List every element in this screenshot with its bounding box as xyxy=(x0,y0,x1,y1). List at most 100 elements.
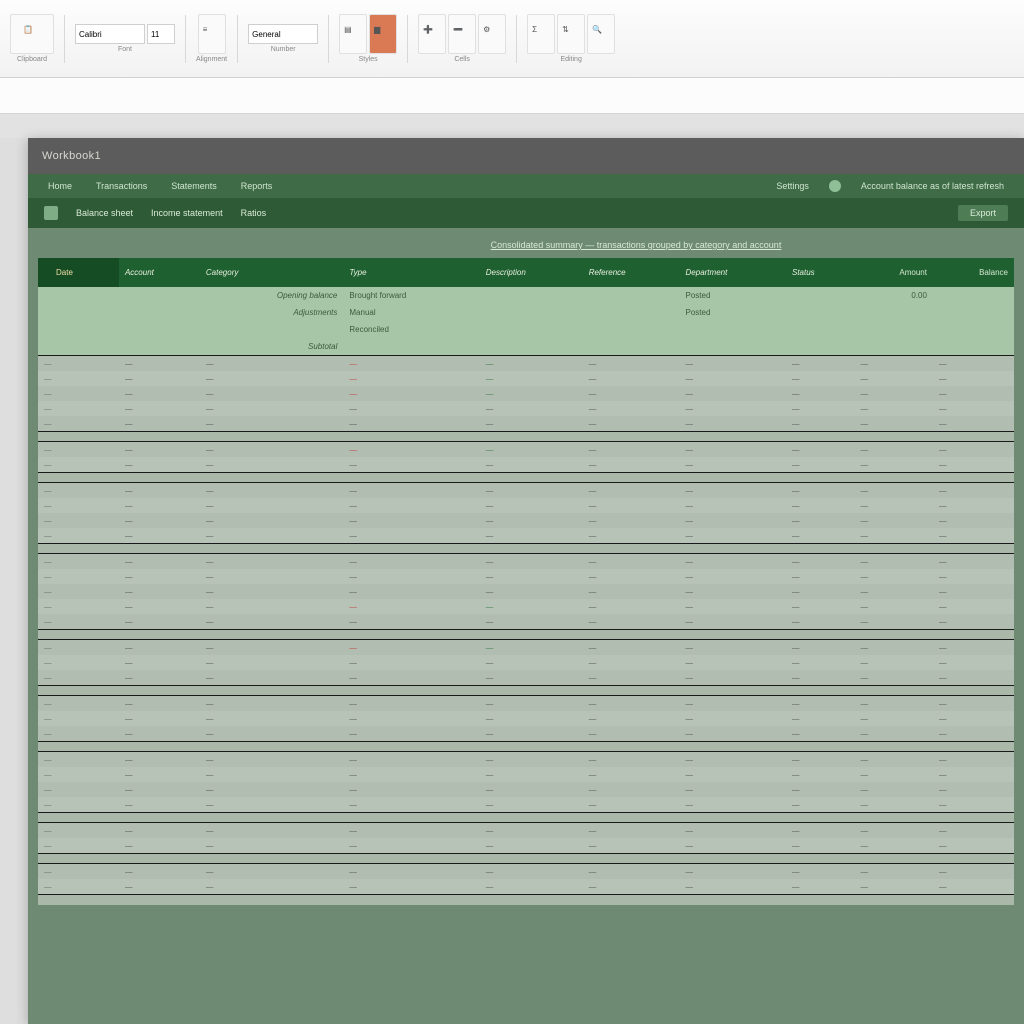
table-cell: — xyxy=(38,767,119,782)
summary-label: Adjustments xyxy=(200,304,343,321)
table-row[interactable]: —————————— xyxy=(38,528,1014,544)
table-cell: — xyxy=(343,356,479,372)
table-cell: — xyxy=(38,457,119,473)
table-cell: — xyxy=(480,767,583,782)
table-row[interactable]: —————————— xyxy=(38,386,1014,401)
user-icon[interactable] xyxy=(829,180,841,192)
paste-button[interactable]: 📋 xyxy=(10,14,54,54)
table-cell: — xyxy=(680,442,786,458)
table-cell: — xyxy=(680,356,786,372)
col-amount[interactable]: Amount xyxy=(855,258,933,287)
table-cell: — xyxy=(855,554,933,570)
table-cell: — xyxy=(200,782,343,797)
align-icon: ≡ xyxy=(203,25,221,43)
cond-format-button[interactable]: ▤ xyxy=(339,14,367,54)
table-cell: — xyxy=(933,614,1014,630)
tab-balance[interactable]: Balance sheet xyxy=(76,208,133,218)
table-row[interactable]: —————————— xyxy=(38,599,1014,614)
table-cell: — xyxy=(38,442,119,458)
menu-reports[interactable]: Reports xyxy=(241,181,273,191)
align-button[interactable]: ≡ xyxy=(198,14,226,54)
table-cell: — xyxy=(786,655,855,670)
menu-statements[interactable]: Statements xyxy=(171,181,217,191)
table-row[interactable]: —————————— xyxy=(38,457,1014,473)
table-row[interactable]: —————————— xyxy=(38,767,1014,782)
table-row[interactable]: —————————— xyxy=(38,726,1014,742)
table-row[interactable]: —————————— xyxy=(38,442,1014,458)
table-cell: — xyxy=(933,498,1014,513)
table-row[interactable]: —————————— xyxy=(38,483,1014,499)
menu-home[interactable]: Home xyxy=(48,181,72,191)
table-row[interactable]: —————————— xyxy=(38,838,1014,854)
table-row[interactable]: —————————— xyxy=(38,696,1014,712)
table-cell: — xyxy=(200,655,343,670)
table-cell: — xyxy=(855,797,933,813)
find-button[interactable]: 🔍 xyxy=(587,14,615,54)
table-row[interactable]: —————————— xyxy=(38,864,1014,880)
table-cell: — xyxy=(119,401,200,416)
table-cell: — xyxy=(583,797,680,813)
table-cell: — xyxy=(855,655,933,670)
table-row[interactable]: —————————— xyxy=(38,670,1014,686)
delete-button[interactable]: ➖ xyxy=(448,14,476,54)
export-button[interactable]: Export xyxy=(958,205,1008,221)
col-status[interactable]: Status xyxy=(786,258,855,287)
table-cell: — xyxy=(583,401,680,416)
table-row[interactable]: —————————— xyxy=(38,823,1014,839)
cell-style-button[interactable]: ▆ xyxy=(369,14,397,54)
table-cell: — xyxy=(855,371,933,386)
table-row[interactable]: —————————— xyxy=(38,752,1014,768)
table-row[interactable]: —————————— xyxy=(38,569,1014,584)
menu-settings[interactable]: Settings xyxy=(776,181,809,191)
table-cell: — xyxy=(480,371,583,386)
table-row[interactable]: —————————— xyxy=(38,879,1014,895)
table-row[interactable]: —————————— xyxy=(38,401,1014,416)
table-row[interactable]: —————————— xyxy=(38,711,1014,726)
col-type[interactable]: Type xyxy=(343,258,479,287)
table-cell: — xyxy=(786,782,855,797)
summary-cell xyxy=(786,287,855,304)
table-row[interactable]: —————————— xyxy=(38,797,1014,813)
col-date[interactable]: Date xyxy=(38,258,119,287)
tab-ratios[interactable]: Ratios xyxy=(241,208,267,218)
table-cell: — xyxy=(200,726,343,742)
formula-bar[interactable] xyxy=(0,78,1024,114)
table-cell: — xyxy=(119,696,200,712)
summary-amount xyxy=(855,304,933,321)
col-category[interactable]: Category xyxy=(200,258,343,287)
font-size-input[interactable] xyxy=(147,24,175,44)
col-account[interactable]: Account xyxy=(119,258,200,287)
font-name-input[interactable] xyxy=(75,24,145,44)
table-row[interactable]: —————————— xyxy=(38,614,1014,630)
table-row[interactable]: —————————— xyxy=(38,371,1014,386)
table-row[interactable]: —————————— xyxy=(38,356,1014,372)
table-cell: — xyxy=(855,356,933,372)
table-cell: — xyxy=(200,416,343,432)
sort-button[interactable]: ⇅ xyxy=(557,14,585,54)
format-button[interactable]: ⚙ xyxy=(478,14,506,54)
table-row[interactable]: —————————— xyxy=(38,640,1014,656)
table-cell: — xyxy=(786,554,855,570)
table-cell: — xyxy=(933,864,1014,880)
table-cell: — xyxy=(680,838,786,854)
col-reference[interactable]: Reference xyxy=(583,258,680,287)
table-row[interactable]: —————————— xyxy=(38,554,1014,570)
tab-income[interactable]: Income statement xyxy=(151,208,223,218)
table-row[interactable]: —————————— xyxy=(38,513,1014,528)
number-format-input[interactable] xyxy=(248,24,318,44)
table-row[interactable]: —————————— xyxy=(38,584,1014,599)
col-balance[interactable]: Balance xyxy=(933,258,1014,287)
table-row[interactable]: —————————— xyxy=(38,782,1014,797)
col-description[interactable]: Description xyxy=(480,258,583,287)
col-department[interactable]: Department xyxy=(680,258,786,287)
table-row[interactable]: —————————— xyxy=(38,416,1014,432)
transaction-block: ————————————————————————————————————————… xyxy=(38,554,1014,630)
table-cell: — xyxy=(786,356,855,372)
table-cell: — xyxy=(343,711,479,726)
table-row[interactable]: —————————— xyxy=(38,655,1014,670)
table-row[interactable]: —————————— xyxy=(38,498,1014,513)
insert-button[interactable]: ➕ xyxy=(418,14,446,54)
table-cell: — xyxy=(480,483,583,499)
menu-transactions[interactable]: Transactions xyxy=(96,181,147,191)
autosum-button[interactable]: Σ xyxy=(527,14,555,54)
